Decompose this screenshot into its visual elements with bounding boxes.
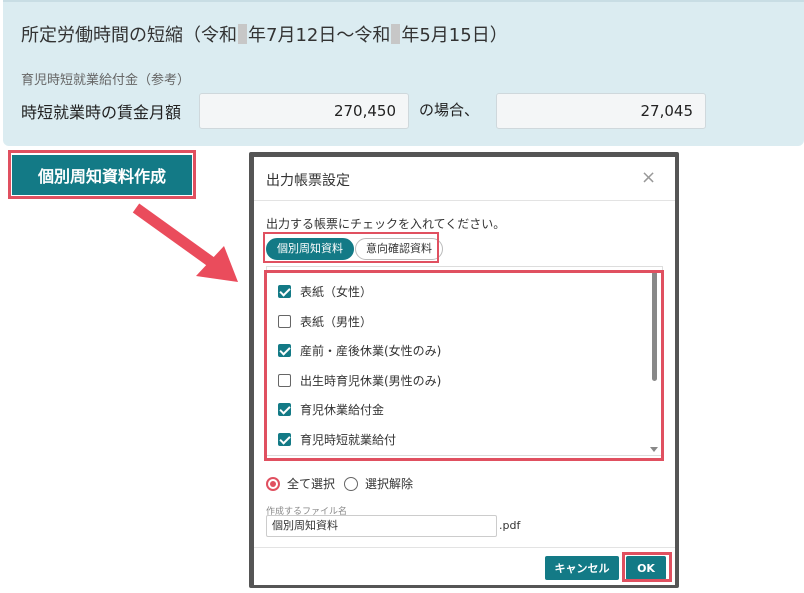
file-extension: .pdf — [499, 519, 521, 532]
checkbox-checked[interactable] — [278, 403, 291, 416]
wage-value-field: 270,450 — [199, 93, 409, 129]
info-panel: 所定労働時間の短縮（令和 年7月12日～令和 年5月15日） 育児時短就業給付金（参… — [3, 0, 804, 146]
dialog-footer-divider — [254, 547, 675, 548]
checkbox-unchecked[interactable] — [278, 315, 291, 328]
deselect-option[interactable]: 選択解除 — [344, 475, 413, 492]
dialog-title: 出力帳票設定 — [266, 173, 350, 189]
list-item-label: 表紙（男性） — [300, 315, 373, 329]
tab-notice-docs[interactable]: 個別周知資料 — [266, 238, 354, 260]
redacted-mask — [238, 24, 247, 44]
list-item-label: 出生時育児休業(男性のみ) — [300, 374, 442, 388]
list-item-label: 表紙（女性） — [300, 285, 373, 299]
scroll-down-icon[interactable] — [650, 447, 658, 452]
title-part-1: 所定労働時間の短縮（令和 — [21, 25, 237, 46]
output-settings-dialog: 出力帳票設定 × 出力する帳票にチェックを入れてください。 個別周知資料 意向確… — [254, 157, 675, 585]
list-item[interactable]: 表紙（女性） — [278, 283, 372, 301]
list-item[interactable]: 育児時短就業給付 — [278, 431, 396, 449]
deselect-label: 選択解除 — [365, 477, 414, 491]
checkbox-checked[interactable] — [278, 285, 291, 298]
list-item-label: 育児休業給付金 — [300, 403, 385, 417]
radio-unselected[interactable] — [344, 477, 358, 491]
redacted-mask — [391, 24, 401, 44]
checkbox-checked[interactable] — [278, 433, 291, 446]
file-name-input[interactable]: 個別周知資料 — [266, 515, 497, 537]
close-icon[interactable]: × — [641, 168, 656, 188]
dialog-header: 出力帳票設定 × — [254, 157, 675, 201]
cancel-button[interactable]: キャンセル — [545, 556, 619, 580]
radio-selected[interactable] — [266, 477, 280, 491]
tab-intent-docs[interactable]: 意向確認資料 — [355, 238, 443, 260]
instruction-text: 出力する帳票にチェックを入れてください。 — [266, 217, 506, 231]
wage-label: 時短就業時の賃金月額 — [21, 103, 182, 122]
select-all-option[interactable]: 全て選択 — [266, 475, 335, 492]
create-notice-button[interactable]: 個別周知資料作成 — [12, 155, 192, 195]
page: 所定労働時間の短縮（令和 年7月12日～令和 年5月15日） 育児時短就業給付金（参… — [0, 0, 804, 593]
list-item[interactable]: 表紙（男性） — [278, 313, 372, 331]
benefit-value-field: 27,045 — [496, 93, 706, 129]
case-label: の場合、 — [419, 101, 480, 119]
checkbox-unchecked[interactable] — [278, 374, 291, 387]
info-title: 所定労働時間の短縮（令和 年7月12日～令和 年5月15日） — [21, 21, 508, 47]
document-list[interactable]: 表紙（女性） 表紙（男性） 産前・産後休業(女性のみ) 出生時育児休業(男性のみ… — [266, 266, 663, 456]
list-item-label: 育児時短就業給付 — [300, 433, 397, 447]
list-item[interactable]: 育児休業給付金 — [278, 401, 384, 419]
checkbox-checked[interactable] — [278, 344, 291, 357]
list-item-label: 産前・産後休業(女性のみ) — [300, 344, 442, 358]
info-subtitle: 育児時短就業給付金（参考） — [21, 73, 191, 88]
title-part-2: 年7月12日～令和 — [248, 25, 391, 46]
list-scrollbar[interactable] — [652, 271, 657, 381]
pointer-arrow-icon — [132, 203, 238, 282]
select-all-label: 全て選択 — [287, 477, 336, 491]
title-part-3: 年5月15日） — [401, 25, 508, 46]
ok-button[interactable]: OK — [626, 556, 666, 580]
list-item[interactable]: 産前・産後休業(女性のみ) — [278, 342, 441, 360]
list-item[interactable]: 出生時育児休業(男性のみ) — [278, 372, 441, 390]
